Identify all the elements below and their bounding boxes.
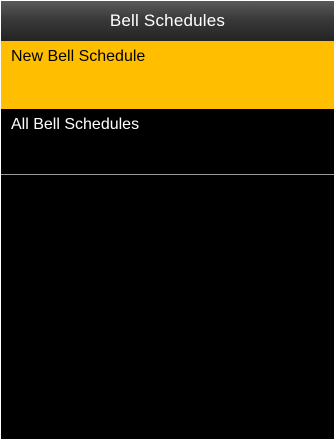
menu-item-label: All Bell Schedules — [11, 116, 140, 133]
menu-list: New Bell Schedule All Bell Schedules — [1, 41, 334, 175]
menu-item-new-bell-schedule[interactable]: New Bell Schedule — [1, 41, 334, 109]
device-screen: Bell Schedules New Bell Schedule All Bel… — [1, 1, 334, 439]
menu-item-label: New Bell Schedule — [11, 48, 146, 65]
page-title: Bell Schedules — [1, 1, 334, 41]
menu-item-all-bell-schedules[interactable]: All Bell Schedules — [1, 109, 334, 175]
